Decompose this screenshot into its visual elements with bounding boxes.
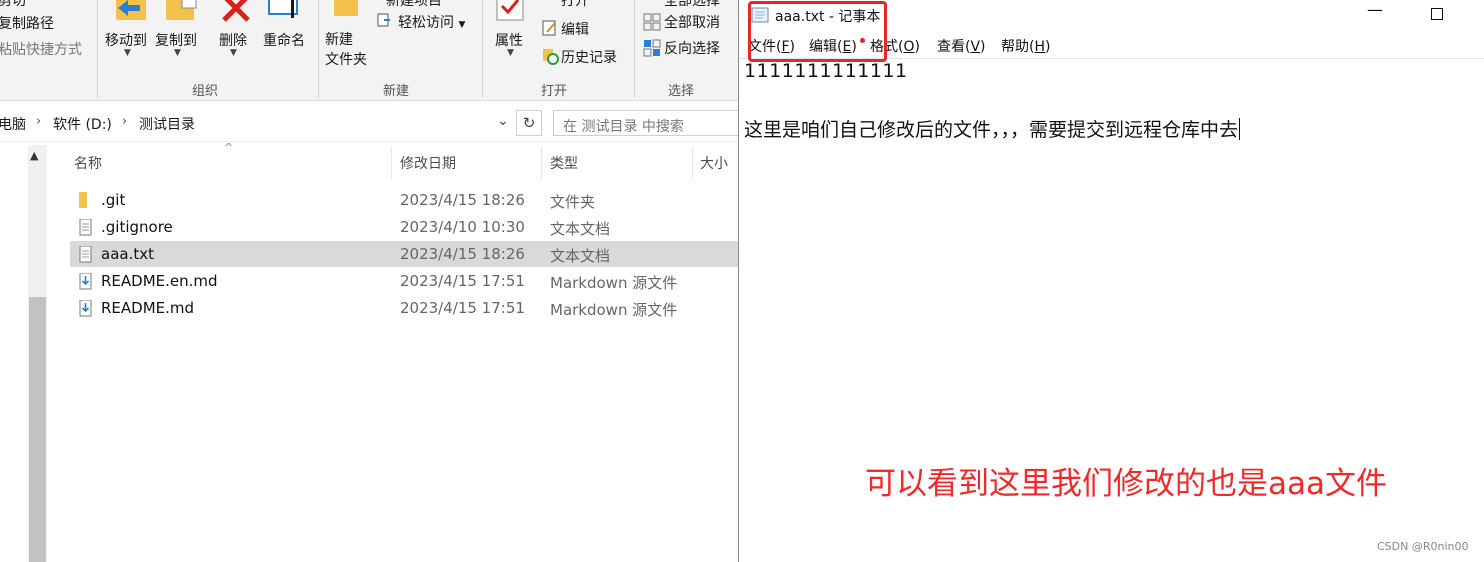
file-row[interactable]: aaa.txt 2023/4/15 18:26 文本文档 [70, 241, 738, 267]
move-to-button[interactable]: 移动到 [105, 30, 147, 50]
cut-label-partial: 剪切 [0, 0, 26, 9]
group-separator [97, 0, 98, 98]
menu-view[interactable]: 查看(V) [937, 36, 986, 56]
watermark: CSDN @R0nin00 [1377, 540, 1469, 553]
file-list: ^ 名称 修改日期 类型 大小 .git 2023/4/15 18:26 文件夹… [48, 141, 738, 562]
file-type: 文本文档 [550, 220, 611, 238]
easy-access-button[interactable]: 轻松访问 ▼ [398, 12, 465, 32]
breadcrumb-drive[interactable]: 软件 (D:) [53, 114, 112, 134]
scroll-up-icon[interactable]: ▲ [30, 149, 38, 162]
annotation-text: 可以看到这里我们修改的也是aaa文件 [865, 466, 1387, 502]
invert-selection-icon [643, 39, 661, 61]
column-separator[interactable] [541, 147, 542, 179]
column-header-size[interactable]: 大小 [700, 153, 728, 173]
file-modified: 2023/4/15 18:26 [400, 191, 525, 209]
delete-icon [220, 0, 252, 28]
new-item-partial: 新建项目 [386, 0, 442, 9]
file-type: 文本文档 [550, 247, 611, 265]
navigation-pane: ▲ [0, 145, 48, 562]
explorer-ribbon: 剪切 复制路径 粘贴快捷方式 移动到 ▼ 复制到 ▼ 删除 ▼ 重命名 新建 文… [0, 0, 738, 101]
file-name: .git [101, 191, 126, 209]
file-name: aaa.txt [101, 245, 154, 263]
text-content-line-1[interactable]: 1111111111111 [744, 60, 908, 82]
history-button[interactable]: 历史记录 [561, 47, 617, 67]
search-placeholder: 在 测试目录 中搜索 [563, 119, 684, 135]
new-folder-icon [334, 0, 362, 24]
red-dot-marker [860, 38, 865, 43]
file-name: .gitignore [101, 218, 173, 236]
new-folder-button[interactable]: 新建 文件夹 [325, 30, 367, 70]
breadcrumb-pc[interactable]: 电脑 [0, 114, 26, 134]
group-label-open: 打开 [541, 84, 568, 99]
chevron-down-icon: ▼ [507, 48, 514, 58]
properties-icon [495, 0, 527, 28]
column-header-type[interactable]: 类型 [550, 153, 578, 173]
properties-button[interactable]: 属性 [495, 30, 523, 50]
maximize-button[interactable] [1431, 8, 1443, 20]
refresh-button[interactable]: ↻ [516, 110, 542, 136]
markdown-file-icon [79, 299, 93, 321]
group-label-organize: 组织 [192, 84, 219, 99]
edit-button[interactable]: 编辑 [561, 19, 589, 39]
file-type: Markdown 源文件 [550, 301, 678, 319]
open-button-partial: 打开 [561, 0, 589, 9]
group-separator [634, 0, 635, 98]
column-header-modified[interactable]: 修改日期 [400, 153, 456, 173]
menu-help[interactable]: 帮助(H) [1001, 36, 1050, 56]
rename-icon [267, 0, 305, 26]
column-separator[interactable] [692, 147, 693, 179]
easy-access-icon [376, 11, 394, 33]
delete-button[interactable]: 删除 [219, 30, 247, 50]
select-all-partial: 全部选择 [664, 0, 720, 9]
breadcrumb-folder[interactable]: 测试目录 [139, 114, 195, 134]
file-modified: 2023/4/15 18:26 [400, 245, 525, 263]
chevron-down-icon: ▼ [124, 48, 131, 58]
rename-button[interactable]: 重命名 [263, 30, 305, 50]
chevron-down-icon: ▼ [174, 48, 181, 58]
group-separator [318, 0, 319, 98]
column-header-name[interactable]: 名称 [74, 153, 102, 173]
file-row[interactable]: .gitignore 2023/4/10 10:30 文本文档 [70, 214, 738, 240]
file-row[interactable]: .git 2023/4/15 18:26 文件夹 [70, 187, 738, 213]
file-modified: 2023/4/15 17:51 [400, 272, 525, 290]
select-none-button[interactable]: 全部取消 [664, 12, 720, 32]
file-modified: 2023/4/15 17:51 [400, 299, 525, 317]
file-type: 文件夹 [550, 193, 596, 211]
folder-icon [79, 192, 93, 212]
invert-selection-button[interactable]: 反向选择 [664, 38, 720, 58]
file-name: README.en.md [101, 272, 218, 290]
file-type: Markdown 源文件 [550, 274, 678, 292]
file-name: README.md [101, 299, 195, 317]
file-modified: 2023/4/10 10:30 [400, 218, 525, 236]
file-row[interactable]: README.en.md 2023/4/15 17:51 Markdown 源文… [70, 268, 738, 294]
select-none-icon [643, 13, 661, 35]
sort-up-icon: ^ [224, 141, 234, 154]
chevron-right-icon[interactable]: › [36, 114, 41, 129]
file-row[interactable]: README.md 2023/4/15 17:51 Markdown 源文件 [70, 295, 738, 321]
text-content-line-2[interactable]: 这里是咱们自己修改后的文件，，，需要提交到远程仓库中去 [744, 115, 1241, 142]
column-separator[interactable] [391, 147, 392, 179]
group-label-select: 选择 [668, 84, 695, 99]
red-highlight-box [748, 1, 887, 62]
chevron-down-icon: ▼ [230, 48, 237, 58]
edit-icon [541, 19, 559, 41]
copy-path-button[interactable]: 复制路径 [0, 13, 54, 33]
copy-to-button[interactable]: 复制到 [155, 30, 197, 50]
paste-shortcut-button[interactable]: 粘贴快捷方式 [0, 39, 82, 59]
copy-to-icon [164, 0, 200, 28]
text-file-icon [79, 218, 93, 240]
text-caret [1239, 118, 1241, 140]
group-separator [482, 0, 483, 98]
address-bar: 电脑 › 软件 (D:) › 测试目录 ⌄ ↻ 在 测试目录 中搜索 [0, 105, 743, 142]
chevron-down-icon[interactable]: ⌄ [497, 113, 509, 129]
chevron-right-icon[interactable]: › [122, 114, 127, 129]
group-label-new: 新建 [383, 84, 410, 99]
scrollbar-thumb[interactable] [29, 297, 46, 562]
markdown-file-icon [79, 272, 93, 294]
text-file-icon [79, 245, 93, 267]
minimize-button[interactable]: — [1367, 0, 1383, 19]
history-icon [541, 47, 559, 69]
search-input[interactable]: 在 测试目录 中搜索 [553, 110, 743, 136]
move-to-icon [114, 0, 150, 28]
